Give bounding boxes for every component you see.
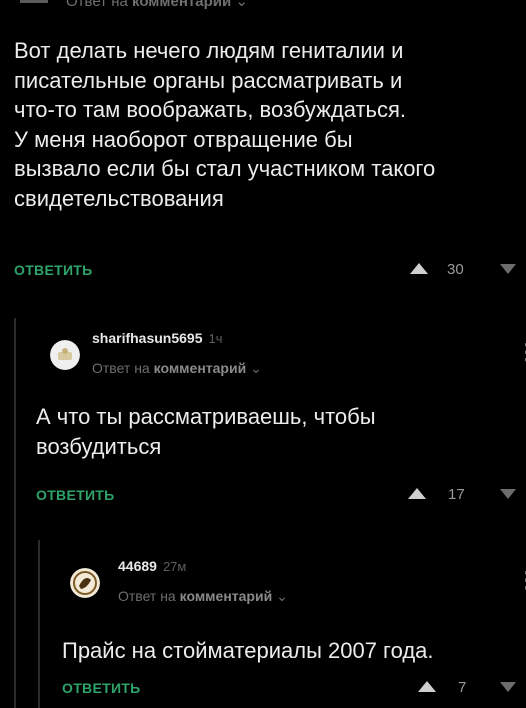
comment-3-line: Прайс на стойматериалы 2007 года. bbox=[62, 638, 434, 663]
comment-1-text: Вот делать нечего людям гениталии и писа… bbox=[14, 36, 514, 213]
comment-2-reply-meta[interactable]: Ответ на комментарий ⌄ bbox=[92, 360, 262, 377]
upvote-icon[interactable] bbox=[408, 488, 426, 499]
top-reply-target: комментарий bbox=[132, 0, 232, 10]
comment-3-text: Прайс на стойматериалы 2007 года. bbox=[62, 636, 512, 666]
comment-2-reply-target: комментарий bbox=[153, 360, 247, 376]
downvote-icon[interactable] bbox=[500, 264, 516, 274]
comment-1-line: что-то там воображать, возбуждаться. bbox=[14, 97, 407, 122]
comment-3-time: 27м bbox=[162, 559, 187, 574]
comment-2-username[interactable]: sharifhasun5695 bbox=[92, 330, 203, 346]
comment-1-line: вызвало если бы стал участником такого bbox=[14, 156, 436, 181]
comment-1-line: У меня наоборот отвращение бы bbox=[14, 126, 353, 152]
comment-1-score: 30 bbox=[447, 261, 464, 278]
chevron-down-icon: ⌄ bbox=[276, 588, 288, 604]
comment-2-reply-button[interactable]: ОТВЕТИТЬ bbox=[36, 487, 115, 503]
avatar[interactable] bbox=[50, 340, 80, 370]
comment-2-line: возбудиться bbox=[36, 433, 162, 459]
chevron-down-icon: ⌄ bbox=[235, 0, 248, 10]
downvote-icon[interactable] bbox=[500, 682, 516, 692]
comment-3-author[interactable]: 44689 27м bbox=[118, 558, 186, 574]
comment-2-author[interactable]: sharifhasun5695 1ч bbox=[92, 330, 223, 346]
avatar-image bbox=[70, 568, 100, 598]
upvote-icon[interactable] bbox=[410, 263, 428, 274]
vertical-dots-icon[interactable]: ⋮ bbox=[516, 341, 526, 363]
comment-1-reply-button[interactable]: ОТВЕТИТЬ bbox=[14, 262, 93, 278]
vertical-dots-icon[interactable]: ⋮ bbox=[516, 569, 526, 591]
thread-line-level-2 bbox=[38, 540, 40, 708]
comment-2-reply-prefix: Ответ на bbox=[92, 360, 150, 376]
chevron-down-icon: ⌄ bbox=[250, 360, 262, 376]
comment-2-line: А что ты рассматриваешь, чтобы bbox=[36, 404, 376, 429]
downvote-icon[interactable] bbox=[500, 489, 516, 499]
comment-1-line: писательные органы рассматривать и bbox=[14, 67, 403, 93]
avatar[interactable] bbox=[70, 568, 100, 598]
comment-1-line: Вот делать нечего людям гениталии и bbox=[14, 38, 404, 63]
comment-3-reply-meta[interactable]: Ответ на комментарий ⌄ bbox=[118, 588, 288, 605]
comment-3-username[interactable]: 44689 bbox=[118, 558, 157, 574]
thread-line-level-1 bbox=[14, 318, 16, 708]
avatar-image bbox=[50, 340, 80, 370]
comment-3-reply-prefix: Ответ на bbox=[118, 588, 176, 604]
comment-2-score: 17 bbox=[448, 486, 465, 503]
comment-3-reply-target: комментарий bbox=[179, 588, 273, 604]
comment-1-line: свидетельствования bbox=[14, 185, 224, 211]
comment-2-time: 1ч bbox=[208, 331, 223, 346]
comment-2-text: А что ты рассматриваешь, чтобы возбудить… bbox=[36, 402, 506, 461]
top-reply-meta[interactable]: Ответ на комментарий ⌄ bbox=[66, 0, 248, 10]
comment-3-score: 7 bbox=[458, 679, 467, 696]
comment-3-reply-button[interactable]: ОТВЕТИТЬ bbox=[62, 680, 141, 696]
top-divider bbox=[20, 0, 48, 3]
upvote-icon[interactable] bbox=[418, 681, 436, 692]
top-reply-prefix: Ответ на bbox=[66, 0, 128, 10]
